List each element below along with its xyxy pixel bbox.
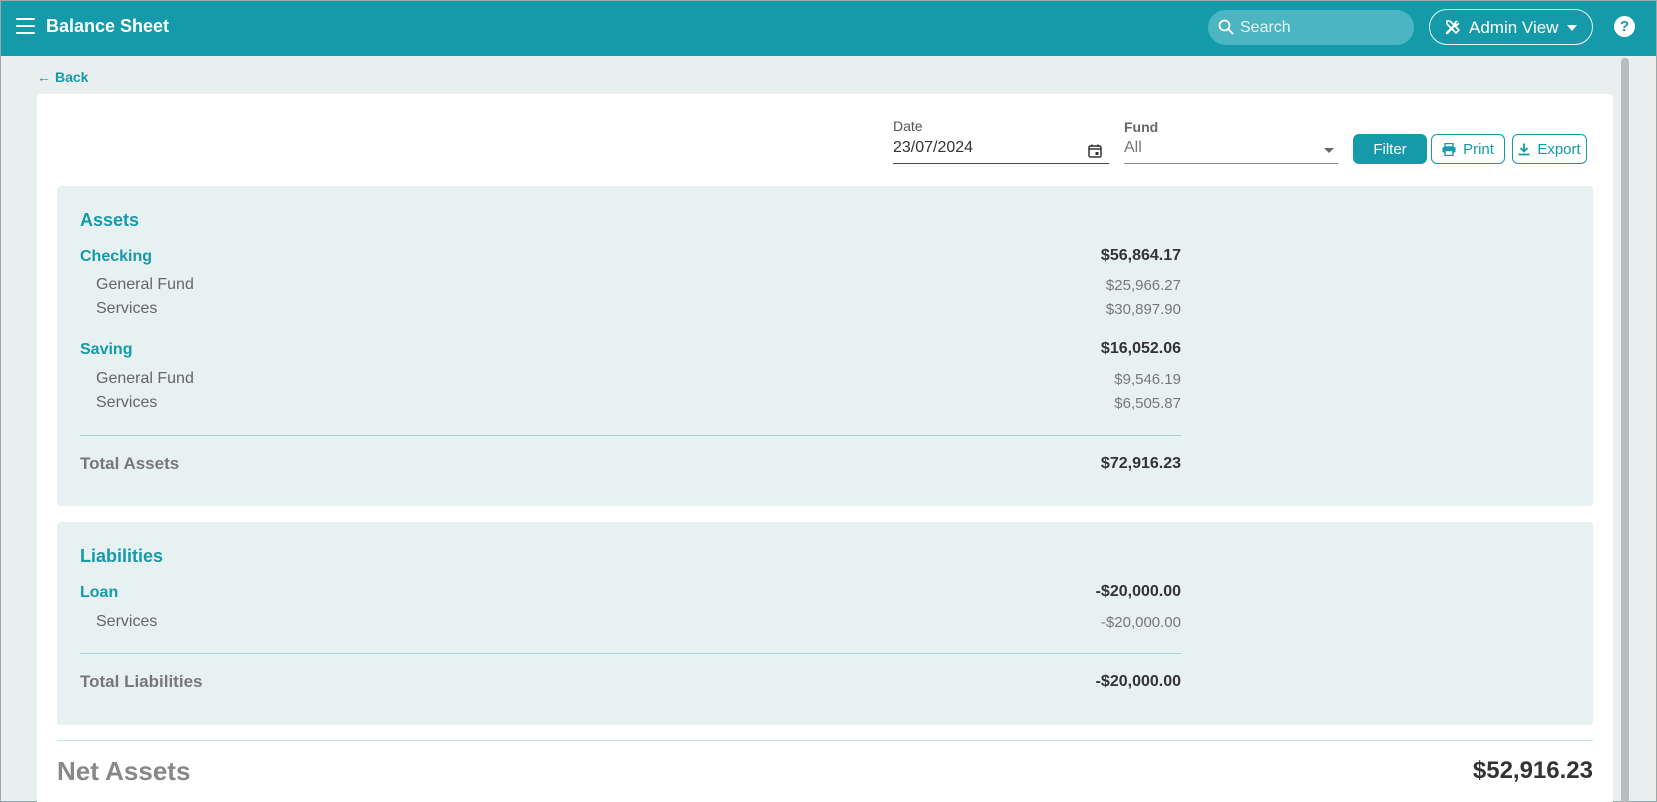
print-button[interactable]: Print [1431, 134, 1505, 164]
group-name-saving[interactable]: Saving [80, 341, 132, 359]
line-item-name: Services [96, 394, 158, 411]
line-item-amount: $25,966.27 [1105, 277, 1181, 294]
back-label: Back [55, 69, 89, 85]
line-item-amount: $30,897.90 [1105, 301, 1181, 318]
filter-button-label: Filter [1373, 140, 1407, 158]
divider [80, 435, 1181, 436]
export-button[interactable]: Export [1512, 134, 1587, 164]
admin-view-label: Admin View [1469, 18, 1559, 37]
hamburger-menu-icon[interactable] [16, 18, 35, 34]
date-field[interactable]: 23/07/2024 [893, 134, 1109, 164]
chevron-down-icon [1567, 25, 1577, 31]
calendar-icon[interactable] [1088, 144, 1102, 158]
line-item-amount: -$20,000.00 [1100, 614, 1181, 631]
divider [57, 740, 1593, 741]
vertical-scrollbar[interactable] [1621, 58, 1629, 802]
download-icon [1518, 143, 1530, 155]
date-label: Date [893, 118, 923, 134]
search-input[interactable] [1240, 10, 1405, 45]
printer-icon [1442, 142, 1456, 156]
help-icon[interactable]: ? [1614, 16, 1635, 37]
total-liabilities-amount: -$20,000.00 [1095, 673, 1181, 690]
fund-value: All [1124, 139, 1142, 156]
assets-section: Assets Checking $56,864.17 General Fund … [57, 186, 1593, 506]
line-item-name: General Fund [96, 276, 194, 293]
total-assets-amount: $72,916.23 [1100, 455, 1181, 472]
line-item-name: Services [96, 613, 158, 630]
group-name-checking[interactable]: Checking [80, 248, 152, 266]
group-amount-saving: $16,052.06 [1100, 340, 1181, 357]
total-assets-label: Total Assets [80, 454, 180, 473]
assets-title: Assets [80, 210, 140, 230]
arrow-left-icon: ← [37, 69, 51, 85]
line-item-name: Services [96, 300, 158, 317]
print-button-label: Print [1463, 140, 1494, 158]
top-bar: Balance Sheet Admin View ? [1, 1, 1656, 56]
liabilities-title: Liabilities [80, 546, 164, 566]
fund-label: Fund [1124, 119, 1159, 135]
liabilities-section: Liabilities Loan -$20,000.00 Services -$… [57, 522, 1593, 725]
export-button-label: Export [1537, 140, 1581, 158]
admin-view-button[interactable]: Admin View [1429, 9, 1593, 45]
search-box[interactable] [1208, 10, 1414, 45]
tools-icon [1445, 20, 1461, 35]
line-item-name: General Fund [96, 370, 194, 387]
group-amount-loan: -$20,000.00 [1095, 583, 1181, 600]
back-link[interactable]: ← Back [37, 69, 88, 85]
group-amount-checking: $56,864.17 [1100, 247, 1181, 264]
divider [80, 653, 1181, 654]
fund-select[interactable]: All [1124, 134, 1338, 164]
net-assets-label: Net Assets [57, 756, 191, 786]
date-value: 23/07/2024 [893, 139, 974, 156]
line-item-amount: $6,505.87 [1114, 395, 1181, 412]
page-title: Balance Sheet [46, 16, 170, 36]
line-item-amount: $9,546.19 [1114, 371, 1181, 388]
search-icon [1218, 19, 1234, 35]
net-assets-amount: $52,916.23 [1472, 757, 1593, 784]
dropdown-arrow-icon [1324, 148, 1334, 153]
total-liabilities-label: Total Liabilities [80, 672, 203, 691]
report-card: Date 23/07/2024 Fund All Filter Print Ex… [37, 94, 1613, 802]
group-name-loan[interactable]: Loan [80, 584, 118, 602]
filter-button[interactable]: Filter [1353, 134, 1427, 164]
